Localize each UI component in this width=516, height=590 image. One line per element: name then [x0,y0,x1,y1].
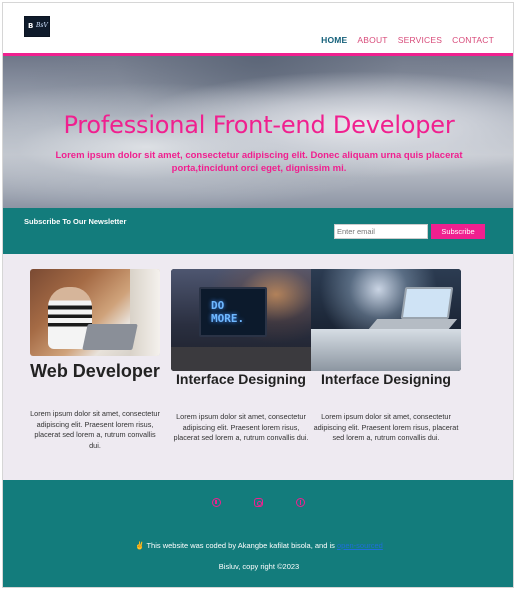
credit-text: This website was coded by Akangbe kafila… [146,541,335,550]
copyright-text: Bisluv, copy right ©2023 [218,562,300,571]
main-nav: HOME ABOUT SERVICES CONTACT [321,35,494,45]
services-section: DO MORE. Web Developer Interface Designin… [3,254,513,480]
footer-credit: ✌ This website was coded by Akangbe kafi… [3,541,513,550]
nav-contact[interactable]: CONTACT [452,35,494,45]
victory-hand-icon: ✌ [135,541,145,550]
photo-desk [171,347,311,371]
photo-shelf [130,269,160,356]
newsletter-email-input[interactable] [334,224,428,239]
logo-wordmark: BsV [36,22,48,29]
photo-laptop-screen [400,287,454,319]
card-text-web-developer: Lorem ipsum dolor sit amet, consectetur … [30,409,160,450]
nav-home[interactable]: HOME [321,35,347,45]
pinterest-icon[interactable] [296,498,305,507]
hero-banner: Professional Front-end Developer Lorem i… [3,56,513,208]
monitor-line-1: DO [211,299,225,312]
photo-monitor: DO MORE. [199,287,267,337]
hero-title: Professional Front-end Developer [63,111,455,139]
card-title-interface-designing-1: Interface Designing [176,371,306,387]
monitor-text: DO MORE. [211,299,244,325]
photo-laptop-base [368,319,458,329]
newsletter-label: Subscribe To Our Newsletter [24,217,127,226]
site-footer: ✌ This website was coded by Akangbe kafi… [3,480,513,587]
nav-services[interactable]: SERVICES [398,35,442,45]
photo-desk-monitor: DO MORE. [171,269,311,371]
photo-desk-surface [311,329,461,371]
monitor-line-2: MORE. [211,312,245,325]
interface-designing-photo: DO MORE. [171,269,461,371]
site-header: B BsV HOME ABOUT SERVICES CONTACT [3,3,513,56]
web-developer-photo [30,269,160,356]
photo-desk-laptop [311,269,461,371]
card-title-interface-designing-2: Interface Designing [321,371,451,387]
hero-subtitle: Lorem ipsum dolor sit amet, consectetur … [55,150,463,174]
site-logo[interactable]: B BsV [24,16,50,37]
instagram-icon[interactable] [254,498,263,507]
card-text-interface-designing-2: Lorem ipsum dolor sit amet, consectetur … [313,412,459,442]
subscribe-button[interactable]: Subscribe [431,224,485,239]
newsletter-bar: Subscribe To Our Newsletter Subscribe [3,208,513,254]
card-text-interface-designing-1: Lorem ipsum dolor sit amet, consectetur … [173,412,309,442]
nav-about[interactable]: ABOUT [357,35,387,45]
photo-laptop [82,324,138,350]
open-sourced-link[interactable]: open-sourced [337,541,383,550]
github-icon[interactable] [212,498,221,507]
logo-mark: B [28,22,34,30]
page: B BsV HOME ABOUT SERVICES CONTACT Profes… [2,2,514,588]
card-title-web-developer: Web Developer [30,361,160,381]
